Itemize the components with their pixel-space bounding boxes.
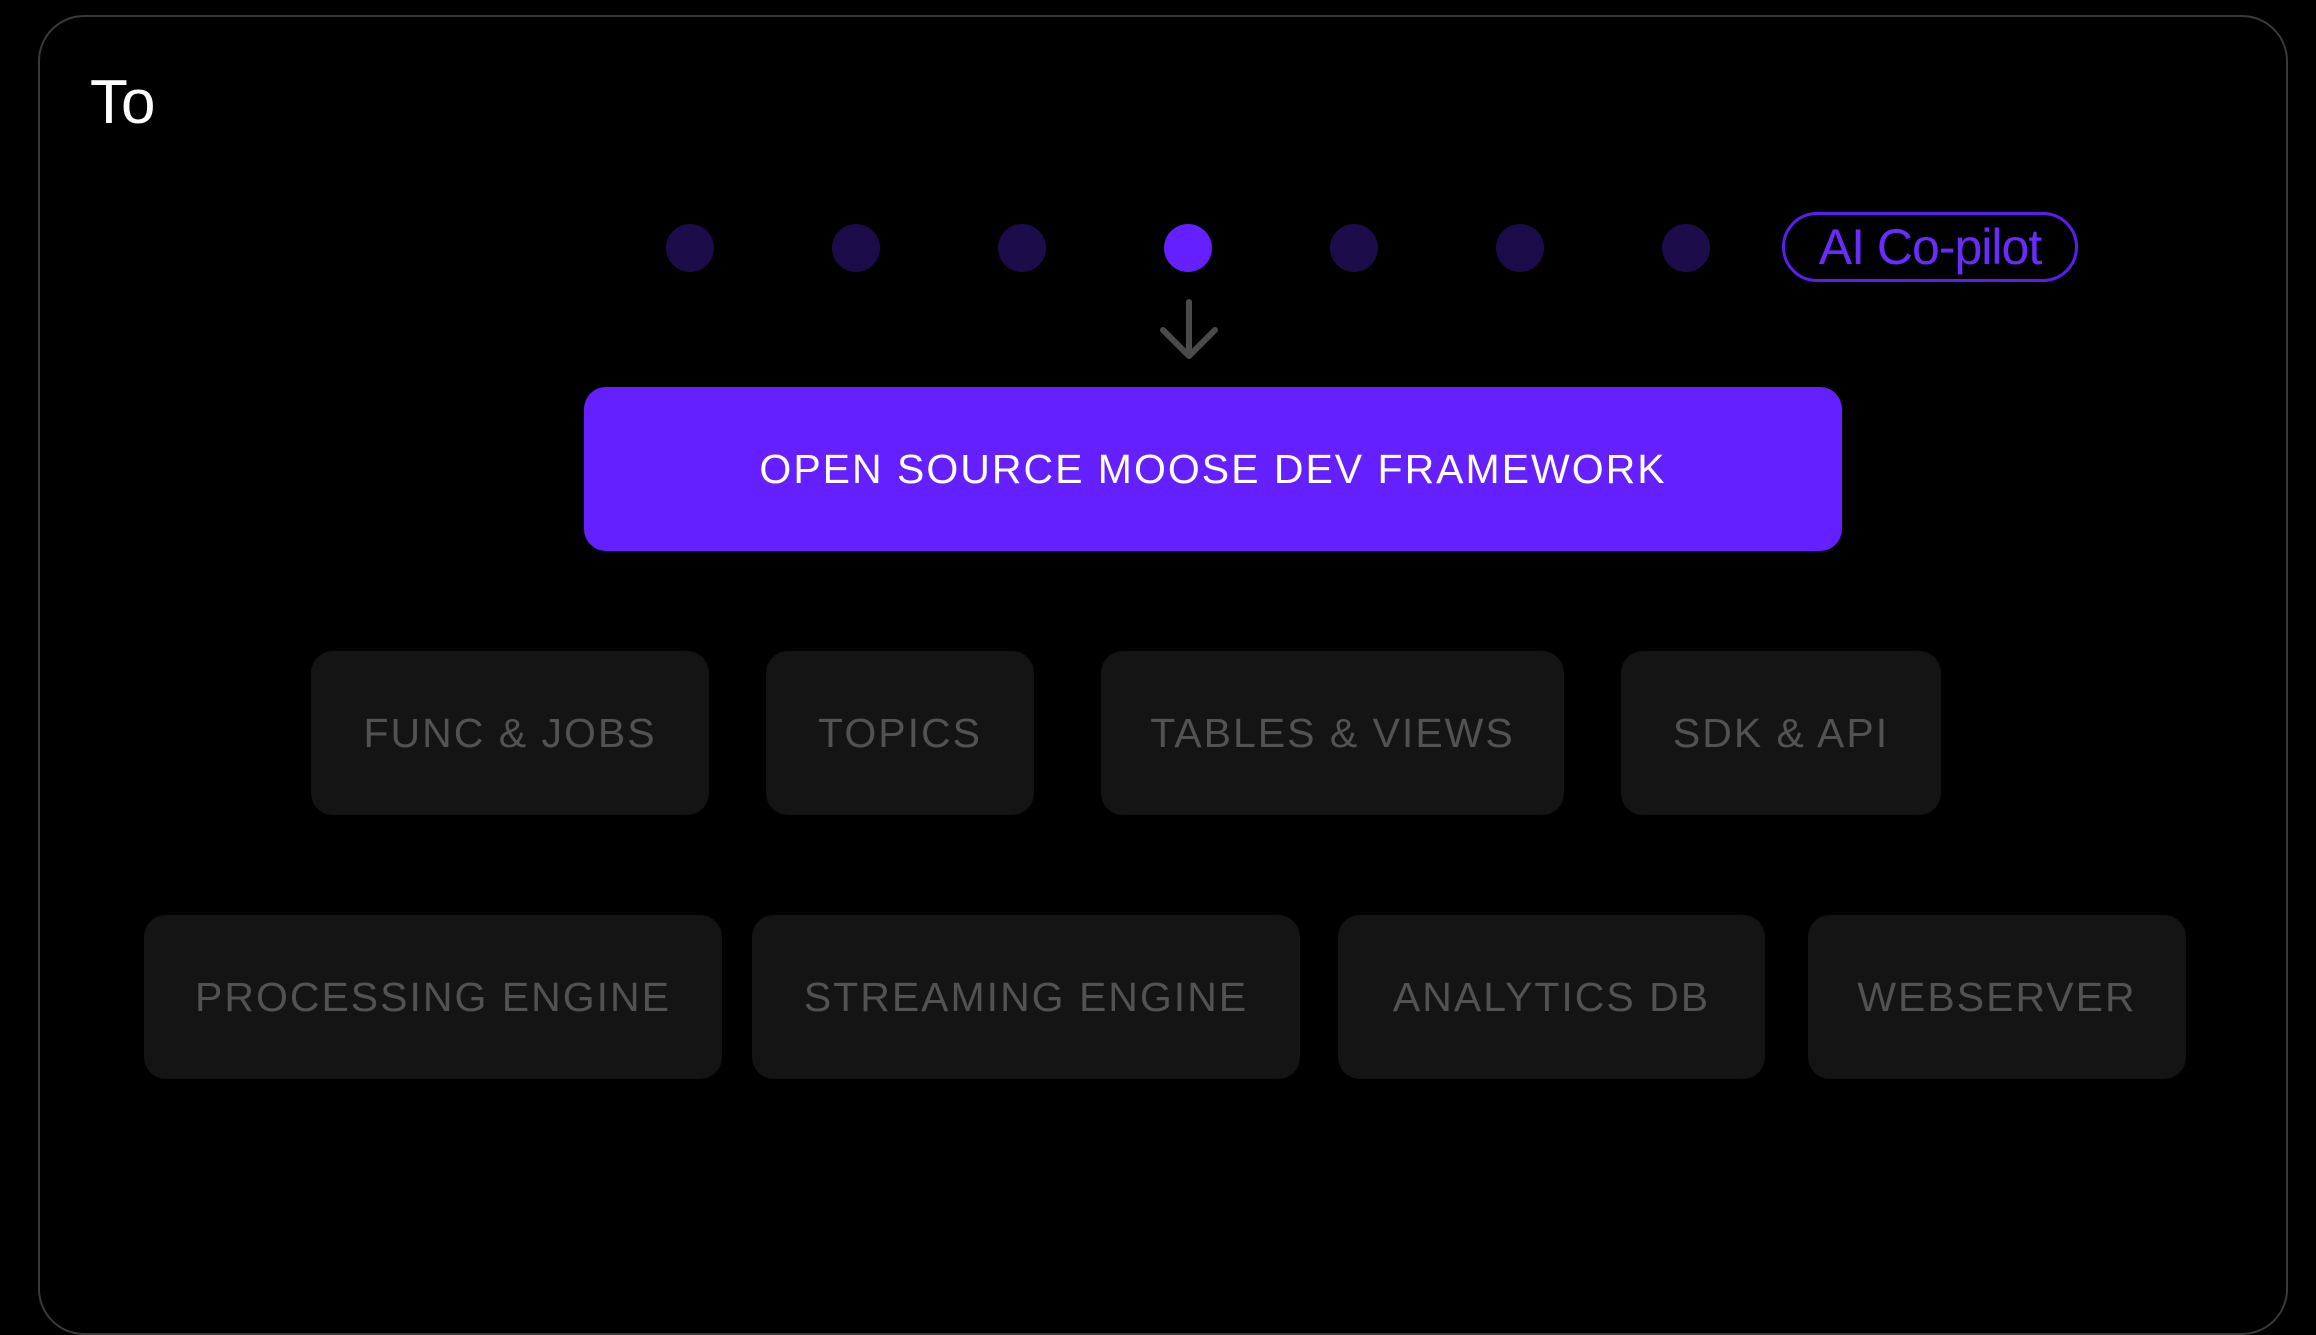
component-label: STREAMING ENGINE bbox=[803, 973, 1249, 1020]
component-func-jobs: FUNC & JOBS bbox=[311, 651, 709, 815]
component-processing-engine: PROCESSING ENGINE bbox=[144, 915, 722, 1079]
arrow-down-icon bbox=[1160, 299, 1218, 359]
component-label: ANALYTICS DB bbox=[1392, 973, 1711, 1020]
ai-copilot-badge: AI Co-pilot bbox=[1782, 212, 2078, 282]
component-label: WEBSERVER bbox=[1857, 973, 2137, 1020]
component-analytics-db: ANALYTICS DB bbox=[1338, 915, 1765, 1079]
component-label: TOPICS bbox=[818, 709, 982, 756]
step-dot-4-active bbox=[1164, 224, 1212, 272]
step-dot-3 bbox=[998, 224, 1046, 272]
component-sdk-api: SDK & API bbox=[1621, 651, 1941, 815]
step-dot-1 bbox=[666, 224, 714, 272]
component-webserver: WEBSERVER bbox=[1808, 915, 2186, 1079]
component-label: TABLES & VIEWS bbox=[1150, 709, 1515, 756]
step-dot-7 bbox=[1662, 224, 1710, 272]
step-dot-6 bbox=[1496, 224, 1544, 272]
step-dot-2 bbox=[832, 224, 880, 272]
component-topics: TOPICS bbox=[766, 651, 1034, 815]
component-streaming-engine: STREAMING ENGINE bbox=[752, 915, 1300, 1079]
component-label: PROCESSING ENGINE bbox=[195, 973, 671, 1020]
component-label: FUNC & JOBS bbox=[363, 709, 657, 756]
component-label: SDK & API bbox=[1672, 709, 1890, 756]
component-tables-views: TABLES & VIEWS bbox=[1101, 651, 1564, 815]
framework-block: OPEN SOURCE MOOSE DEV FRAMEWORK bbox=[584, 387, 1842, 551]
framework-label: OPEN SOURCE MOOSE DEV FRAMEWORK bbox=[759, 445, 1667, 492]
step-dot-5 bbox=[1330, 224, 1378, 272]
panel-title: To bbox=[90, 68, 156, 137]
